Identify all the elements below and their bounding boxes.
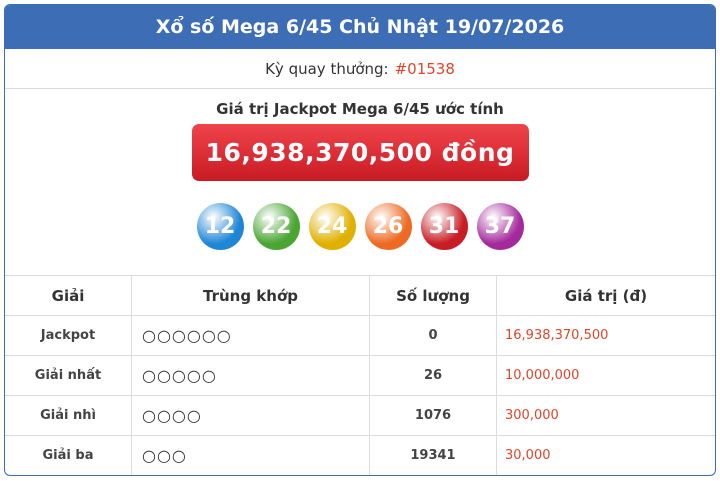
prize-table: Giải Trùng khớp Số lượng Giá trị (đ) Jac… [5, 275, 715, 475]
number-ball: 12 [196, 203, 244, 250]
column-header-match: Trùng khớp [131, 275, 370, 316]
match-indicator: ○○○○ [131, 395, 370, 436]
prize-name: Jackpot [5, 315, 132, 356]
results-title: Xổ số Mega 6/45 Chủ Nhật 19/07/2026 [155, 16, 565, 38]
number-ball: 37 [476, 203, 524, 250]
table-row: Giải ba ○○○ 19341 30,000 [5, 435, 715, 475]
number-ball: 26 [364, 203, 412, 250]
prize-name: Giải nhất [5, 355, 132, 396]
number-ball: 24 [308, 203, 356, 250]
number-ball-value: 31 [428, 214, 460, 239]
table-header-row: Giải Trùng khớp Số lượng Giá trị (đ) [5, 275, 715, 316]
winning-numbers: 12 22 24 26 31 37 [5, 203, 715, 251]
prize-value: 10,000,000 [496, 355, 715, 396]
draw-info: Kỳ quay thưởng: #01538 [5, 49, 715, 89]
table-row: Jackpot ○○○○○○ 0 16,938,370,500 [5, 315, 715, 356]
winner-count: 0 [369, 315, 497, 356]
prize-name: Giải ba [5, 435, 132, 475]
match-indicator: ○○○ [131, 435, 370, 475]
table-row: Giải nhất ○○○○○ 26 10,000,000 [5, 355, 715, 396]
table-row: Giải nhì ○○○○ 1076 300,000 [5, 395, 715, 436]
column-header-prize: Giải [5, 275, 132, 316]
winner-count: 1076 [369, 395, 497, 436]
results-card: Xổ số Mega 6/45 Chủ Nhật 19/07/2026 Kỳ q… [4, 4, 716, 476]
jackpot-amount-box: 16,938,370,500 đồng [191, 124, 529, 181]
number-ball-value: 37 [484, 214, 516, 239]
match-indicator: ○○○○○ [131, 355, 370, 396]
prize-value: 30,000 [496, 435, 715, 475]
number-ball: 31 [420, 203, 468, 250]
match-indicator: ○○○○○○ [131, 315, 370, 356]
number-ball-value: 24 [316, 214, 348, 239]
winner-count: 19341 [369, 435, 497, 475]
prize-value: 16,938,370,500 [496, 315, 715, 356]
draw-label: Kỳ quay thưởng: [265, 59, 389, 78]
draw-number[interactable]: #01538 [395, 60, 455, 78]
column-header-count: Số lượng [369, 275, 497, 316]
column-header-value: Giá trị (đ) [496, 275, 715, 316]
jackpot-label: Giá trị Jackpot Mega 6/45 ước tính [216, 100, 504, 118]
number-ball-value: 12 [204, 214, 236, 239]
number-ball-value: 22 [260, 214, 292, 239]
prize-value: 300,000 [496, 395, 715, 436]
number-ball: 22 [252, 203, 300, 250]
jackpot-amount: 16,938,370,500 đồng [205, 138, 515, 167]
number-ball-value: 26 [372, 214, 404, 239]
results-header: Xổ số Mega 6/45 Chủ Nhật 19/07/2026 [5, 5, 715, 49]
prize-name: Giải nhì [5, 395, 132, 436]
winner-count: 26 [369, 355, 497, 396]
